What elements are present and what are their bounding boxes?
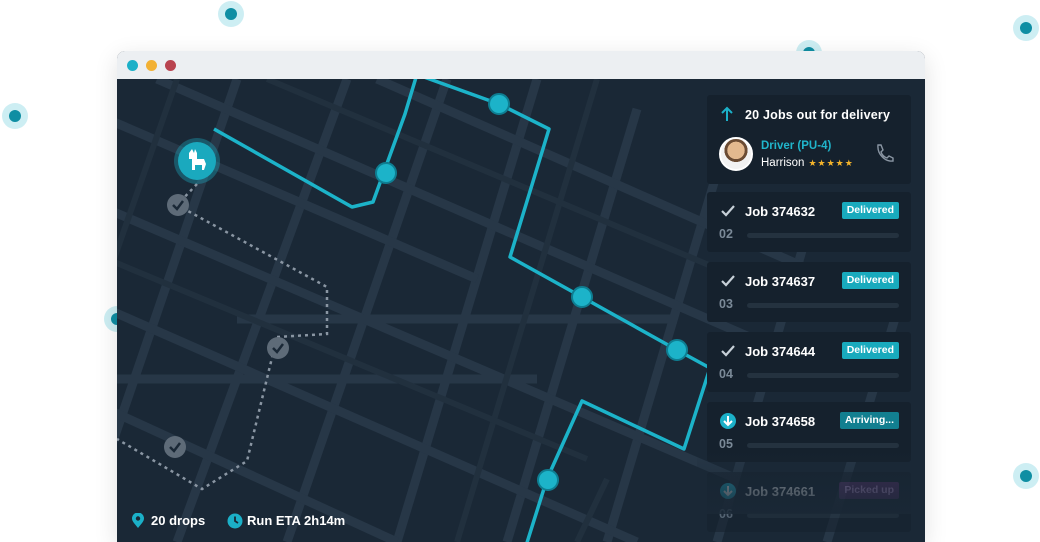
window-titlebar <box>117 51 925 79</box>
job-title: Job 374658 <box>745 414 816 429</box>
route-stop-icon[interactable] <box>375 162 397 184</box>
job-number: 03 <box>719 297 733 311</box>
route-stop-icon[interactable] <box>571 286 593 308</box>
status-badge: Delivered <box>841 272 899 289</box>
route-stop-icon[interactable] <box>488 93 510 115</box>
location-pin-icon <box>132 513 144 528</box>
avatar[interactable] <box>719 137 753 171</box>
check-icon <box>721 275 735 287</box>
status-badge: Delivered <box>841 342 899 359</box>
status-badge: Delivered <box>841 202 899 219</box>
job-card[interactable]: Job 374661 Picked up 06 <box>707 472 911 532</box>
job-card[interactable]: Job 374658 Arriving... 05 <box>707 402 911 462</box>
status-badge: Arriving... <box>839 412 899 429</box>
phone-icon[interactable] <box>873 142 895 164</box>
arrow-down-circle-icon <box>720 483 736 499</box>
drops-label: 20 drops <box>151 513 206 528</box>
job-title: Job 374632 <box>745 204 816 219</box>
status-badge: Picked up <box>839 482 899 499</box>
clock-icon <box>227 513 243 529</box>
decorative-dot <box>2 103 28 129</box>
job-progress-bar <box>747 303 899 308</box>
job-card[interactable]: Job 374644 Delivered 04 <box>707 332 911 392</box>
job-progress-bar <box>747 443 899 448</box>
window-control-close[interactable] <box>165 60 176 71</box>
arrow-up-icon <box>721 106 733 121</box>
star-rating: ★★★★★ <box>808 158 854 168</box>
eta-label: Run ETA 2h14m <box>247 513 346 528</box>
window-control-minimize[interactable] <box>127 60 138 71</box>
delivery-summary-card: 20 Jobs out for delivery Driver (PU-4) H… <box>707 95 911 184</box>
job-title: Job 374644 <box>745 344 816 359</box>
job-progress-bar <box>747 373 899 378</box>
job-card[interactable]: Job 374637 Delivered 03 <box>707 262 911 322</box>
job-title: Job 374637 <box>745 274 816 289</box>
decorative-dot <box>1013 463 1039 489</box>
job-number: 04 <box>719 367 733 381</box>
job-number: 02 <box>719 227 733 241</box>
check-circle-icon[interactable] <box>167 194 189 216</box>
driver-label[interactable]: Driver (PU-4) <box>761 140 831 152</box>
job-number: 05 <box>719 437 733 451</box>
job-title: Job 374661 <box>745 484 816 499</box>
check-circle-icon[interactable] <box>164 436 186 458</box>
drops-count: 20 drops <box>131 512 241 530</box>
app-window: 20 Jobs out for delivery Driver (PU-4) H… <box>117 51 925 542</box>
decorative-dot <box>1013 15 1039 41</box>
driver-name: Harrison <box>761 157 805 169</box>
route-stop-icon[interactable] <box>537 469 559 491</box>
route-stop-icon[interactable] <box>666 339 688 361</box>
decorative-dot <box>218 1 244 27</box>
check-icon <box>721 205 735 217</box>
jobs-out-title: 20 Jobs out for delivery <box>745 108 891 122</box>
job-progress-bar <box>747 233 899 238</box>
check-icon <box>721 345 735 357</box>
arrow-down-circle-icon <box>720 413 736 429</box>
llama-icon[interactable] <box>174 138 220 184</box>
driver-name-rating: Harrison ★★★★★ <box>761 157 854 169</box>
job-number: 06 <box>719 507 733 521</box>
window-control-maximize[interactable] <box>146 60 157 71</box>
check-circle-icon[interactable] <box>267 337 289 359</box>
job-card[interactable]: Job 374632 Delivered 02 <box>707 192 911 252</box>
run-eta: Run ETA 2h14m <box>227 512 377 530</box>
job-progress-bar <box>747 513 899 518</box>
